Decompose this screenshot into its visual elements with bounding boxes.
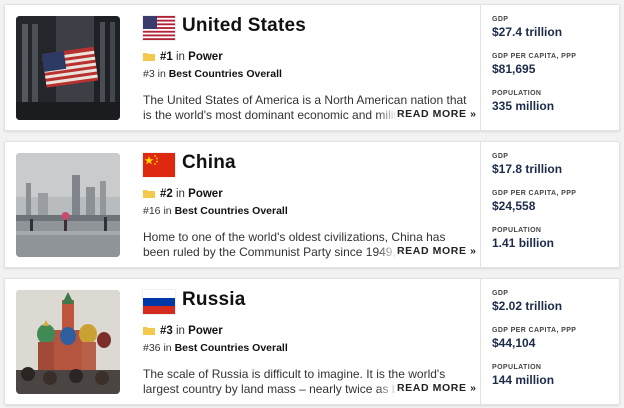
ranking-folder-icon — [143, 189, 155, 198]
power-rank: #2 in Power — [143, 188, 223, 200]
overall-rank-number: #3 — [143, 68, 155, 80]
power-rank: #3 in Power — [143, 325, 223, 337]
country-stats: GDP $27.4 trillion GDP PER CAPITA, PPP $… — [480, 5, 620, 130]
gdp-per-capita-label: GDP PER CAPITA, PPP — [492, 327, 577, 334]
power-rank-number: #2 — [160, 188, 173, 200]
overall-rank: #16 in Best Countries Overall — [143, 205, 288, 217]
power-rank-number: #1 — [160, 51, 173, 63]
gdp-per-capita-value: $24,558 — [492, 199, 536, 213]
power-category-link[interactable]: Power — [188, 325, 223, 337]
overall-rank: #36 in Best Countries Overall — [143, 342, 288, 354]
country-card-united-states: United States #1 in Power #3 in Best Cou… — [4, 4, 620, 131]
country-name[interactable]: United States — [182, 15, 306, 37]
russia-flag-icon — [143, 290, 175, 314]
country-photo[interactable] — [16, 153, 120, 257]
population-label: POPULATION — [492, 90, 542, 97]
population-label: POPULATION — [492, 364, 542, 371]
rank-in-text: in — [176, 188, 185, 200]
power-rank-number: #3 — [160, 325, 173, 337]
country-name[interactable]: Russia — [182, 289, 246, 311]
ranking-folder-icon — [143, 52, 155, 61]
country-stats: GDP $2.02 trillion GDP PER CAPITA, PPP $… — [480, 279, 620, 404]
population-label: POPULATION — [492, 227, 542, 234]
country-name[interactable]: China — [182, 152, 236, 174]
country-photo[interactable] — [16, 290, 120, 394]
overall-category-link[interactable]: Best Countries Overall — [169, 68, 282, 80]
population-value: 1.41 billion — [492, 236, 555, 250]
gdp-value: $17.8 trillion — [492, 162, 563, 176]
overall-category-link[interactable]: Best Countries Overall — [175, 205, 288, 217]
gdp-label: GDP — [492, 16, 509, 23]
country-card-china: China #2 in Power #16 in Best Countries … — [4, 141, 620, 268]
overall-rank-number: #36 — [143, 342, 161, 354]
gdp-per-capita-value: $44,104 — [492, 336, 536, 350]
country-photo[interactable] — [16, 16, 120, 120]
ranking-folder-icon — [143, 326, 155, 335]
country-ranking-list: United States #1 in Power #3 in Best Cou… — [0, 0, 624, 408]
gdp-per-capita-value: $81,695 — [492, 62, 536, 76]
rank-in-text: in — [176, 325, 185, 337]
power-rank: #1 in Power — [143, 51, 223, 63]
gdp-value: $27.4 trillion — [492, 25, 563, 39]
read-more-link[interactable]: READ MORE » — [395, 382, 477, 394]
overall-rank: #3 in Best Countries Overall — [143, 68, 282, 80]
gdp-per-capita-label: GDP PER CAPITA, PPP — [492, 53, 577, 60]
read-more-link[interactable]: READ MORE » — [395, 245, 477, 257]
gdp-label: GDP — [492, 290, 509, 297]
rank-in-text: in — [176, 51, 185, 63]
power-category-link[interactable]: Power — [188, 51, 223, 63]
rank-in-text: in — [157, 68, 166, 80]
us-flag-icon — [143, 16, 175, 40]
population-value: 144 million — [492, 373, 555, 387]
gdp-value: $2.02 trillion — [492, 299, 563, 313]
gdp-label: GDP — [492, 153, 509, 160]
read-more-link[interactable]: READ MORE » — [395, 108, 477, 120]
china-flag-icon — [143, 153, 175, 177]
gdp-per-capita-label: GDP PER CAPITA, PPP — [492, 190, 577, 197]
population-value: 335 million — [492, 99, 555, 113]
rank-in-text: in — [163, 342, 172, 354]
overall-rank-number: #16 — [143, 205, 161, 217]
overall-category-link[interactable]: Best Countries Overall — [175, 342, 288, 354]
country-stats: GDP $17.8 trillion GDP PER CAPITA, PPP $… — [480, 142, 620, 267]
rank-in-text: in — [163, 205, 172, 217]
power-category-link[interactable]: Power — [188, 188, 223, 200]
country-card-russia: Russia #3 in Power #36 in Best Countries… — [4, 278, 620, 405]
